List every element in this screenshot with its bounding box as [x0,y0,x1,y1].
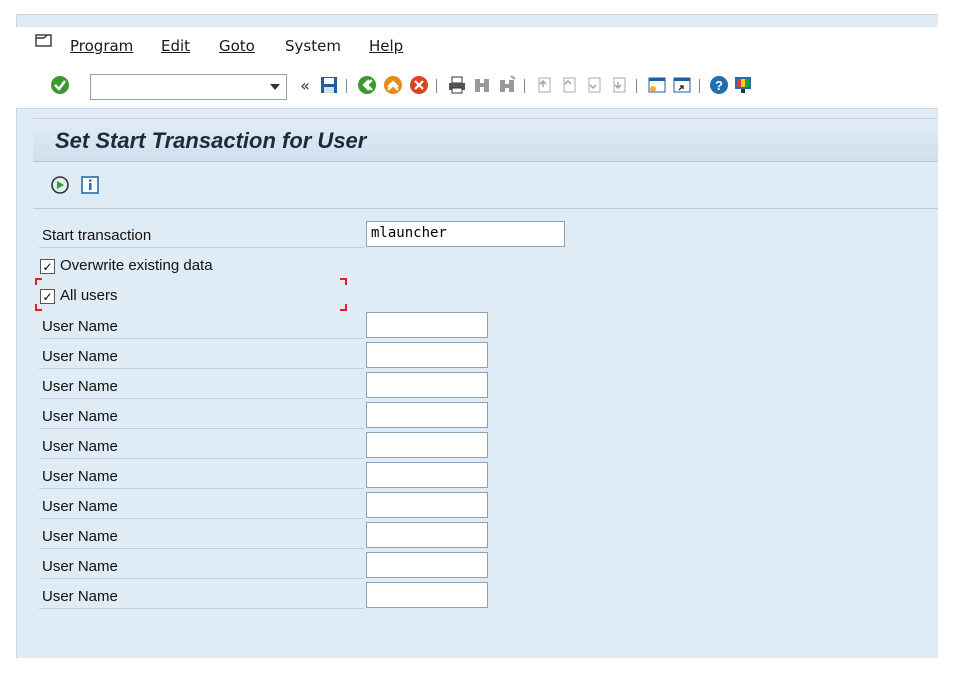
toolbar-separator [636,79,637,93]
selection-form: Start transaction mlauncher ✓ Overwrite … [33,210,938,658]
last-page-icon[interactable] [608,74,630,96]
menu-goto[interactable]: Goto [219,37,255,55]
focus-frame [340,278,347,285]
find-icon[interactable] [471,74,493,96]
user-name-input[interactable] [366,432,488,458]
back-icon[interactable] [356,74,378,96]
focus-frame [35,278,42,285]
cancel-icon[interactable] [408,74,430,96]
menu-screen-icon[interactable] [35,34,52,48]
menu-program[interactable]: Program [70,37,133,55]
row-divider [39,518,364,519]
user-name-label: User Name [42,438,118,455]
first-page-icon[interactable] [533,74,555,96]
previous-page-icon[interactable] [558,74,580,96]
user-name-input[interactable] [366,492,488,518]
user-name-label: User Name [42,318,118,335]
toolbar-separator [699,79,700,93]
start-transaction-input[interactable]: mlauncher [366,221,565,247]
user-name-label: User Name [42,588,118,605]
all-users-checkbox[interactable]: ✓ [40,289,55,304]
row-divider [39,548,364,549]
create-session-icon[interactable] [646,74,668,96]
system-toolbar: « ? [16,63,938,109]
focus-frame [340,304,347,311]
user-name-input[interactable] [366,462,488,488]
page-title: Set Start Transaction for User [55,128,367,153]
user-name-input[interactable] [366,402,488,428]
overwrite-label: Overwrite existing data [60,257,213,274]
collapse-icon[interactable]: « [294,74,316,96]
enter-icon[interactable] [49,74,71,96]
next-page-icon[interactable] [583,74,605,96]
toolbar-separator [524,79,525,93]
row-divider [39,578,364,579]
execute-icon[interactable] [49,174,71,196]
customize-layout-icon[interactable] [732,74,754,96]
user-name-label: User Name [42,498,118,515]
start-transaction-label: Start transaction [42,227,152,244]
user-name-input[interactable] [366,552,488,578]
title-bar: Set Start Transaction for User [33,118,938,162]
row-divider [39,458,364,459]
all-users-label: All users [60,287,118,304]
row-divider [39,488,364,489]
user-name-input[interactable] [366,342,488,368]
menu-edit[interactable]: Edit [161,37,190,55]
command-field[interactable] [90,74,287,100]
user-name-label: User Name [42,378,118,395]
print-icon[interactable] [446,74,468,96]
row-divider [39,428,364,429]
row-divider [39,398,364,399]
user-name-label: User Name [42,528,118,545]
user-name-label: User Name [42,558,118,575]
toolbar-separator [346,79,347,93]
row-divider [39,247,364,248]
application-toolbar [33,163,938,209]
help-icon[interactable]: ? [708,74,730,96]
shortcut-icon[interactable] [671,74,693,96]
row-divider [39,338,364,339]
row-divider [39,608,364,609]
command-dropdown-icon[interactable] [270,84,280,90]
user-name-label: User Name [42,408,118,425]
user-name-input[interactable] [366,582,488,608]
user-name-label: User Name [42,468,118,485]
overwrite-checkbox[interactable]: ✓ [40,259,55,274]
save-icon[interactable] [318,74,340,96]
menu-bar: Program Edit Goto System Help [16,27,938,63]
find-next-icon[interactable] [496,74,518,96]
user-name-input[interactable] [366,522,488,548]
row-divider [39,368,364,369]
exit-icon[interactable] [382,74,404,96]
user-name-input[interactable] [366,312,488,338]
toolbar-separator [436,79,437,93]
focus-frame [35,304,42,311]
svg-text:?: ? [715,78,723,93]
start-transaction-value: mlauncher [371,225,447,241]
user-name-input[interactable] [366,372,488,398]
info-icon[interactable] [79,174,101,196]
user-name-label: User Name [42,348,118,365]
menu-system[interactable]: System [285,37,341,55]
menu-help[interactable]: Help [369,37,403,55]
